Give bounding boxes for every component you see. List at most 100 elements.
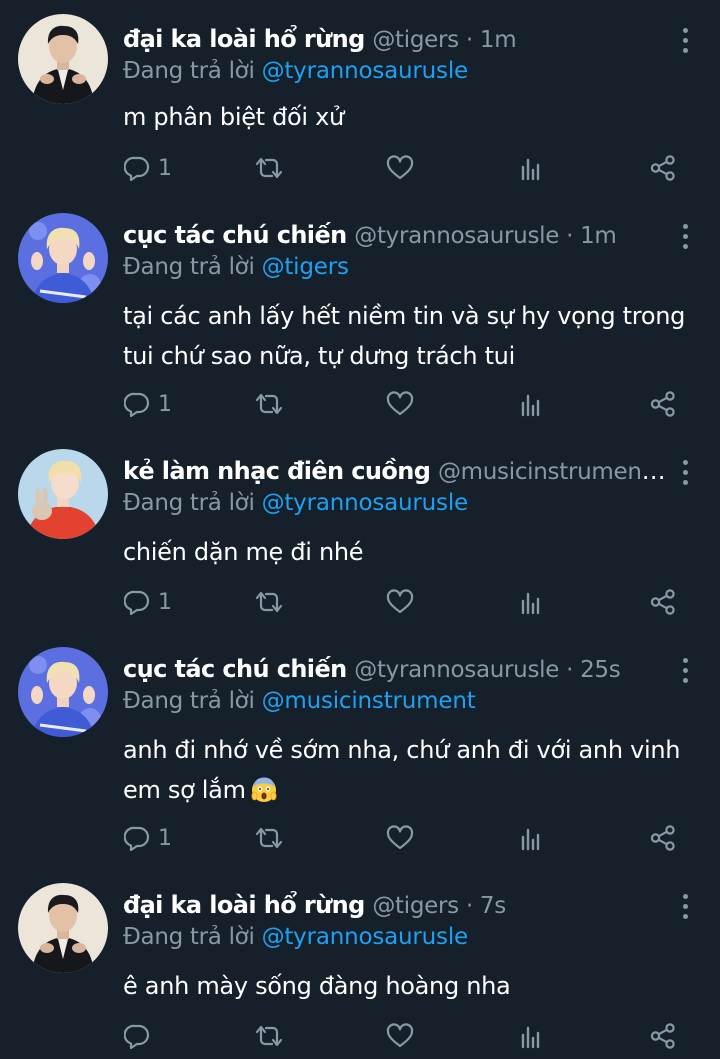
avatar[interactable] <box>18 647 108 737</box>
handle-and-time: @tigers · 1m <box>372 27 517 53</box>
tweet-text: m phân biệt đối xử <box>123 103 344 131</box>
tweet-header: cục tác chú chiến @tyrannosaurusle · 1m <box>123 218 674 252</box>
replying-to: Đang trả lời @tyrannosaurusle <box>123 920 468 954</box>
heart-icon <box>386 825 414 851</box>
retweet-icon <box>254 589 284 615</box>
handle-and-time: @musicinstrument ... <box>437 459 674 485</box>
more-vertical-icon[interactable] <box>680 460 690 486</box>
replying-handle-link[interactable]: @tyrannosaurusle <box>262 490 469 516</box>
retweet-button[interactable] <box>254 820 284 856</box>
reply-button[interactable] <box>124 1018 158 1054</box>
more-vertical-icon[interactable] <box>680 224 690 250</box>
like-button[interactable] <box>386 820 414 856</box>
share-button[interactable] <box>649 386 677 422</box>
analytics-button[interactable] <box>518 584 544 620</box>
share-icon <box>649 154 677 182</box>
retweet-button[interactable] <box>254 150 284 186</box>
heart-icon <box>386 155 414 181</box>
replying-label: Đang trả lời <box>123 58 255 84</box>
reply-button[interactable]: 1 <box>124 820 172 856</box>
display-name[interactable]: cục tác chú chiến <box>123 655 347 683</box>
avatar[interactable] <box>18 14 108 104</box>
analytics-bars-icon <box>518 155 544 181</box>
handle-and-time: @tigers · 7s <box>372 893 506 919</box>
retweet-icon <box>254 1023 284 1049</box>
like-button[interactable] <box>386 386 414 422</box>
replying-handle-link[interactable]: @tigers <box>262 254 349 280</box>
analytics-bars-icon <box>518 589 544 615</box>
analytics-bars-icon <box>518 391 544 417</box>
replying-label: Đang trả lời <box>123 254 255 280</box>
reply-button[interactable]: 1 <box>124 150 172 186</box>
replying-label: Đang trả lời <box>123 924 255 950</box>
analytics-button[interactable] <box>518 820 544 856</box>
action-bar: 1 <box>0 150 720 186</box>
reply-bubble-icon <box>124 391 150 417</box>
retweet-icon <box>254 825 284 851</box>
tweet-header: đại ka loài hổ rừng @tigers · 1m <box>123 22 674 56</box>
avatar[interactable] <box>18 213 108 303</box>
tweet-text: chiến dặn mẹ đi nhé <box>123 538 364 566</box>
handle-and-time: @tyrannosaurusle · 25s <box>354 657 621 683</box>
more-vertical-icon[interactable] <box>680 658 690 684</box>
display-name[interactable]: cục tác chú chiến <box>123 221 347 249</box>
retweet-button[interactable] <box>254 1018 284 1054</box>
reply-bubble-icon <box>124 825 150 851</box>
more-vertical-icon[interactable] <box>680 894 690 920</box>
reply-bubble-icon <box>124 589 150 615</box>
display-name[interactable]: đại ka loài hổ rừng <box>123 25 365 53</box>
heart-icon <box>386 1023 414 1049</box>
reply-thread: đại ka loài hổ rừng @tigers · 1m Đang tr… <box>0 0 720 1059</box>
display-name[interactable]: kẻ làm nhạc điên cuồng <box>123 457 431 485</box>
tweet-text: ê anh mày sống đàng hoàng nha <box>123 972 511 1000</box>
replying-to: Đang trả lời @tyrannosaurusle <box>123 54 468 88</box>
reply-count: 1 <box>158 825 172 851</box>
avatar[interactable] <box>18 449 108 539</box>
heart-icon <box>386 589 414 615</box>
handle-and-time: @tyrannosaurusle · 1m <box>354 223 617 249</box>
analytics-button[interactable] <box>518 1018 544 1054</box>
action-bar: 1 <box>0 386 720 422</box>
replying-to: Đang trả lời @musicinstrument <box>123 684 476 718</box>
replying-to: Đang trả lời @tigers <box>123 250 349 284</box>
reply-button[interactable]: 1 <box>124 584 172 620</box>
replying-to: Đang trả lời @tyrannosaurusle <box>123 486 468 520</box>
share-icon <box>649 1022 677 1050</box>
analytics-button[interactable] <box>518 150 544 186</box>
reply-count: 1 <box>158 589 172 615</box>
reply-button[interactable]: 1 <box>124 386 172 422</box>
action-bar <box>0 1018 720 1054</box>
reply-count: 1 <box>158 155 172 181</box>
share-button[interactable] <box>649 584 677 620</box>
display-name[interactable]: đại ka loài hổ rừng <box>123 891 365 919</box>
analytics-button[interactable] <box>518 386 544 422</box>
heart-icon <box>386 391 414 417</box>
tweet-header: đại ka loài hổ rừng @tigers · 7s <box>123 888 674 922</box>
reply-count: 1 <box>158 391 172 417</box>
share-icon <box>649 824 677 852</box>
retweet-button[interactable] <box>254 584 284 620</box>
avatar[interactable] <box>18 883 108 973</box>
reply-bubble-icon <box>124 1023 150 1049</box>
replying-handle-link[interactable]: @tyrannosaurusle <box>262 58 469 84</box>
action-bar: 1 <box>0 820 720 856</box>
share-button[interactable] <box>649 150 677 186</box>
retweet-button[interactable] <box>254 386 284 422</box>
like-button[interactable] <box>386 584 414 620</box>
tweet-text: anh đi nhớ về sớm nha, chứ anh đi với an… <box>123 730 692 810</box>
tweet-text-content: anh đi nhớ về sớm nha, chứ anh đi với an… <box>123 736 681 804</box>
retweet-icon <box>254 391 284 417</box>
more-vertical-icon[interactable] <box>680 28 690 54</box>
tweet-text: tại các anh lấy hết niềm tin và sự hy vọ… <box>123 302 686 370</box>
share-button[interactable] <box>649 1018 677 1054</box>
replying-label: Đang trả lời <box>123 490 255 516</box>
retweet-icon <box>254 155 284 181</box>
share-icon <box>649 390 677 418</box>
replying-handle-link[interactable]: @musicinstrument <box>262 688 476 714</box>
share-button[interactable] <box>649 820 677 856</box>
action-bar: 1 <box>0 584 720 620</box>
replying-handle-link[interactable]: @tyrannosaurusle <box>262 924 469 950</box>
like-button[interactable] <box>386 150 414 186</box>
screaming-face-emoji <box>250 775 278 803</box>
like-button[interactable] <box>386 1018 414 1054</box>
